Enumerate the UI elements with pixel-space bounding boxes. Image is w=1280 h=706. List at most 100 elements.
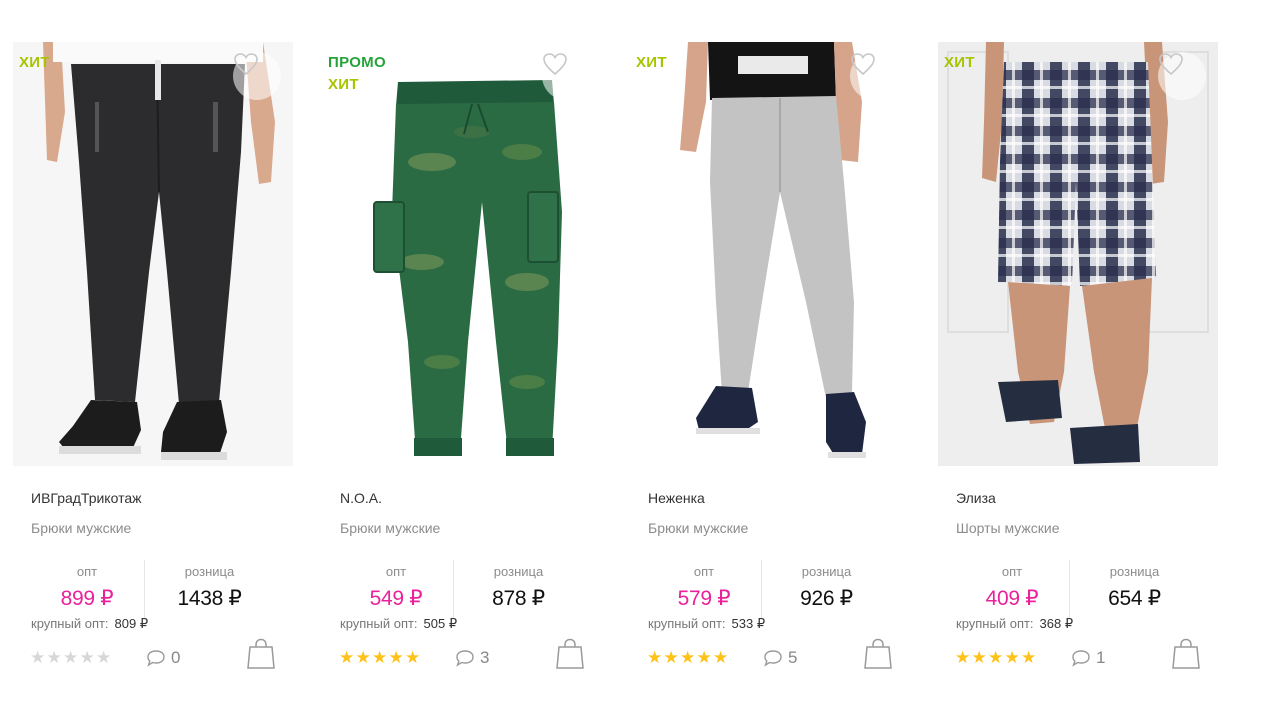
product-brand[interactable]: ИВГрадТрикотаж [31, 490, 141, 506]
product-brand[interactable]: Элиза [956, 490, 996, 506]
star-filled-icon: ★ [388, 648, 404, 667]
product-badges: ХИТ [944, 52, 975, 74]
bulk-price-value: 809 ₽ [114, 616, 149, 631]
wholesale-price-column: опт 899 ₽ [31, 560, 143, 618]
product-type[interactable]: Брюки мужские [31, 520, 131, 536]
product-type[interactable]: Брюки мужские [648, 520, 748, 536]
bulk-price: крупный опт: 809 ₽ [31, 616, 148, 632]
comments-link[interactable]: 1 [1071, 648, 1105, 668]
shopping-bag-icon [864, 638, 892, 669]
wholesale-label: опт [693, 564, 715, 579]
wholesale-price-column: опт 549 ₽ [340, 560, 452, 618]
shopping-bag-icon [1172, 638, 1200, 669]
retail-price: 1438 ₽ [177, 587, 242, 610]
product-image[interactable]: ХИТ [13, 42, 293, 466]
product-image[interactable]: ПРОМО ХИТ [322, 42, 602, 466]
bulk-price: крупный опт: 368 ₽ [956, 616, 1073, 632]
bulk-price: крупный опт: 505 ₽ [340, 616, 457, 632]
star-filled-icon: ★ [405, 648, 421, 667]
product-image[interactable]: ХИТ [630, 42, 910, 466]
heart-icon [851, 53, 875, 76]
star-filled-icon: ★ [355, 648, 371, 667]
favorite-button[interactable] [233, 52, 281, 100]
star-empty-icon: ★ [79, 648, 95, 667]
product-badges: ХИТ [19, 52, 50, 74]
wholesale-label: опт [385, 564, 407, 579]
hit-badge: ХИТ [636, 54, 667, 71]
star-filled-icon: ★ [663, 648, 679, 667]
comments-count: 5 [788, 648, 798, 667]
comment-icon [456, 650, 474, 667]
star-filled-icon: ★ [1021, 648, 1037, 667]
star-filled-icon: ★ [971, 648, 987, 667]
comments-count: 1 [1096, 648, 1106, 667]
comments-count: 3 [480, 648, 490, 667]
retail-label: розница [184, 564, 235, 579]
comments-link[interactable]: 5 [763, 648, 797, 668]
star-filled-icon: ★ [955, 648, 971, 667]
bulk-price: крупный опт: 533 ₽ [648, 616, 765, 632]
star-empty-icon: ★ [63, 648, 79, 667]
bulk-price-value: 505 ₽ [423, 616, 458, 631]
favorite-button[interactable] [850, 52, 898, 100]
star-filled-icon: ★ [988, 648, 1004, 667]
heart-icon [543, 53, 567, 76]
price-block: опт 579 ₽ розница 926 ₽ [630, 560, 910, 618]
add-to-cart-button[interactable] [247, 638, 275, 670]
heart-icon [234, 53, 258, 76]
retail-price-column: розница 926 ₽ [761, 560, 891, 618]
product-card[interactable]: ХИТ Элиза Шорты мужские опт 409 ₽ розниц… [938, 42, 1218, 682]
product-card[interactable]: ХИТ Неженка Брюки мужские опт 579 ₽ розн… [630, 42, 910, 682]
wholesale-price-column: опт 409 ₽ [956, 560, 1068, 618]
bulk-label: крупный опт: [648, 616, 726, 631]
add-to-cart-button[interactable] [556, 638, 584, 670]
heart-icon [1159, 53, 1183, 76]
hit-badge: ХИТ [19, 54, 50, 71]
product-brand[interactable]: Неженка [648, 490, 705, 506]
product-brand[interactable]: N.O.A. [340, 490, 382, 506]
wholesale-price: 579 ₽ [677, 587, 731, 610]
price-block: опт 409 ₽ розница 654 ₽ [938, 560, 1218, 618]
retail-label: розница [801, 564, 852, 579]
add-to-cart-button[interactable] [1172, 638, 1200, 670]
comments-count: 0 [171, 648, 181, 667]
retail-price-column: розница 878 ₽ [453, 560, 583, 618]
star-filled-icon: ★ [696, 648, 712, 667]
bulk-label: крупный опт: [340, 616, 418, 631]
shopping-bag-icon [247, 638, 275, 669]
shopping-bag-icon [556, 638, 584, 669]
price-block: опт 549 ₽ розница 878 ₽ [322, 560, 602, 618]
comments-link[interactable]: 0 [146, 648, 180, 668]
bulk-label: крупный опт: [956, 616, 1034, 631]
product-image[interactable]: ХИТ [938, 42, 1218, 466]
wholesale-label: опт [76, 564, 98, 579]
wholesale-price: 549 ₽ [369, 587, 423, 610]
bulk-label: крупный опт: [31, 616, 109, 631]
star-rating: ★ ★ ★ ★ ★ [339, 649, 422, 667]
comments-link[interactable]: 3 [455, 648, 489, 668]
wholesale-price-column: опт 579 ₽ [648, 560, 760, 618]
add-to-cart-button[interactable] [864, 638, 892, 670]
retail-price-column: розница 1438 ₽ [144, 560, 274, 618]
retail-price: 926 ₽ [800, 587, 853, 610]
favorite-button[interactable] [542, 52, 590, 100]
favorite-button[interactable] [1158, 52, 1206, 100]
comment-icon [764, 650, 782, 667]
star-filled-icon: ★ [372, 648, 388, 667]
hit-badge: ХИТ [328, 76, 359, 93]
comment-icon [1072, 650, 1090, 667]
product-type[interactable]: Брюки мужские [340, 520, 440, 536]
retail-price-column: розница 654 ₽ [1069, 560, 1199, 618]
retail-price: 654 ₽ [1108, 587, 1161, 610]
star-filled-icon: ★ [1004, 648, 1020, 667]
bulk-price-value: 368 ₽ [1039, 616, 1074, 631]
product-card[interactable]: ПРОМО ХИТ N.O.A. Брюки мужские опт 549 ₽… [322, 42, 602, 682]
product-card[interactable]: ХИТ ИВГрадТрикотаж Брюки мужские опт 899… [13, 42, 293, 682]
hit-badge: ХИТ [944, 54, 975, 71]
star-empty-icon: ★ [46, 648, 62, 667]
product-type[interactable]: Шорты мужские [956, 520, 1060, 536]
star-empty-icon: ★ [30, 648, 46, 667]
bulk-price-value: 533 ₽ [731, 616, 766, 631]
comment-icon [147, 650, 165, 667]
star-rating: ★ ★ ★ ★ ★ [647, 649, 730, 667]
